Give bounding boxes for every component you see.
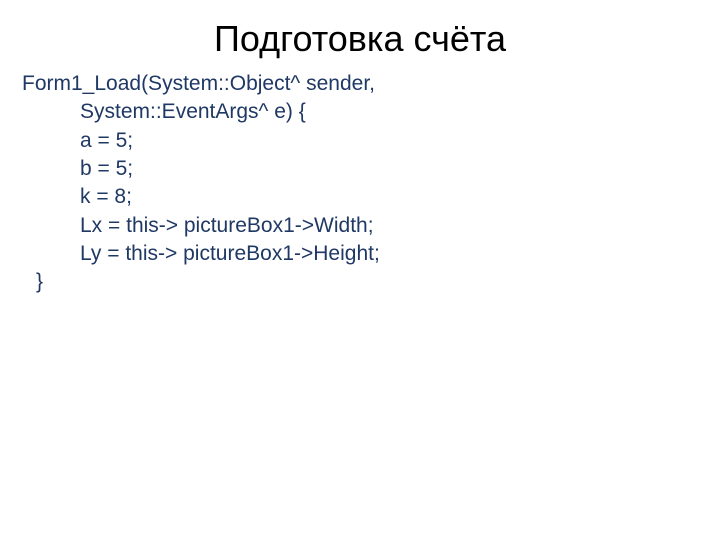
slide-title: Подготовка счёта [0,0,720,70]
code-line-1: Form1_Load(System::Object^ sender, [22,70,720,98]
code-block: Form1_Load(System::Object^ sender, Syste… [0,70,720,297]
code-line-4: b = 5; [22,155,720,183]
code-line-5: k = 8; [22,183,720,211]
code-line-6: Lx = this-> pictureBox1->Width; [22,212,720,240]
code-line-2: System::EventArgs^ e) { [22,98,720,126]
code-line-7: Ly = this-> pictureBox1->Height; [22,240,720,268]
slide: Подготовка счёта Form1_Load(System::Obje… [0,0,720,540]
code-line-8: } [22,268,720,296]
code-line-3: a = 5; [22,127,720,155]
